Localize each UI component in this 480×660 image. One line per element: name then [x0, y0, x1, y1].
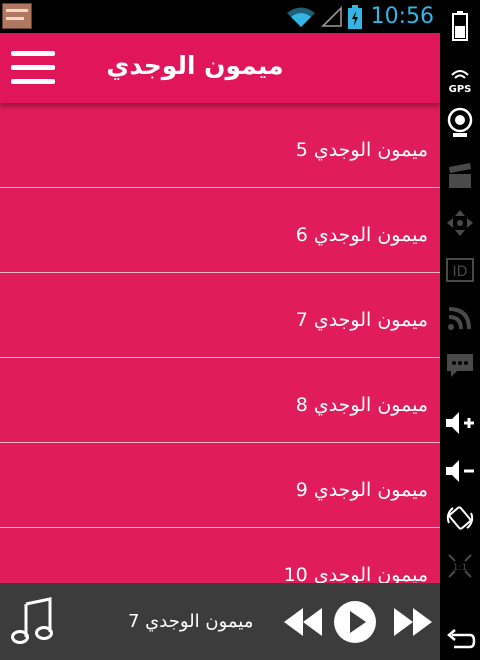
battery-icon: [452, 11, 468, 41]
webcam-button[interactable]: [440, 103, 480, 143]
track-label: ميمون الوجدي 5: [295, 139, 428, 161]
status-bar: 10:56: [0, 0, 440, 33]
wifi-icon: [286, 7, 315, 27]
fast-forward-button[interactable]: [390, 601, 434, 643]
menu-button[interactable]: [11, 51, 55, 85]
fullscreen-ratio-icon: 1:1: [448, 554, 472, 578]
hamburger-menu-icon-line: [11, 79, 55, 84]
app-screen: ميمون الوجدي ميمون الوجدي 5 ميمون الوجدي…: [0, 33, 440, 583]
track-list-item[interactable]: ميمون الوجدي 10: [0, 528, 440, 583]
music-player-bar: ميمون الوجدي 7: [0, 583, 440, 660]
id-button[interactable]: ID: [440, 250, 480, 290]
signal-icon: [320, 5, 342, 27]
gps-button[interactable]: GPS: [440, 60, 480, 100]
camera-button[interactable]: [440, 156, 480, 196]
track-label: ميمون الوجدي 8: [295, 394, 428, 416]
id-label: ID: [453, 264, 468, 280]
chat-icon: [447, 354, 473, 377]
clock: 10:56: [370, 4, 434, 29]
status-icons: 10:56: [286, 0, 434, 33]
track-label: ميمون الوجدي 7: [295, 309, 428, 331]
app-notification-icon: [2, 3, 32, 29]
rewind-button[interactable]: [282, 601, 326, 643]
volume-down-button[interactable]: [440, 451, 480, 491]
gps-label: GPS: [449, 84, 472, 95]
rotate-button[interactable]: [440, 498, 480, 538]
id-icon: ID: [446, 258, 474, 282]
track-label: ميمون الوجدي 6: [295, 224, 428, 246]
music-note-icon: [11, 597, 53, 644]
move-button[interactable]: [440, 203, 480, 243]
now-playing-title: ميمون الوجدي 7: [128, 611, 254, 632]
track-list-item[interactable]: ميمون الوجدي 5: [0, 103, 440, 188]
webcam-icon: [447, 107, 473, 137]
battery-widget[interactable]: [440, 6, 480, 46]
play-button[interactable]: [333, 600, 377, 644]
track-list-item[interactable]: ميمون الوجدي 8: [0, 358, 440, 443]
move-arrows-icon: [447, 210, 473, 236]
volume-up-button[interactable]: [440, 403, 480, 443]
track-list-item[interactable]: ميمون الوجدي 7: [0, 273, 440, 358]
system-toolbar: GPS ID 1:1: [440, 0, 480, 660]
chat-button[interactable]: [440, 345, 480, 385]
track-label: ميمون الوجدي 9: [295, 479, 428, 501]
hamburger-menu-icon: [11, 51, 55, 56]
back-button[interactable]: [440, 619, 480, 659]
volume-up-icon: [446, 412, 474, 434]
ratio-label: 1:1: [453, 563, 467, 573]
back-arrow-icon: [447, 629, 476, 649]
volume-down-icon: [446, 460, 474, 482]
aspect-ratio-button[interactable]: 1:1: [440, 546, 480, 586]
track-list: ميمون الوجدي 5 ميمون الوجدي 6 ميمون الوج…: [0, 103, 440, 583]
track-list-item[interactable]: ميمون الوجدي 6: [0, 188, 440, 273]
rss-button[interactable]: [440, 298, 480, 338]
app-bar: ميمون الوجدي: [0, 33, 440, 103]
screen-rotation-icon: [446, 506, 474, 530]
battery-charging-icon: [347, 4, 362, 29]
track-list-item[interactable]: ميمون الوجدي 9: [0, 443, 440, 528]
rss-icon: [448, 307, 471, 330]
gps-icon: GPS: [449, 70, 472, 95]
page-title: ميمون الوجدي: [106, 51, 284, 80]
hamburger-menu-icon-line: [11, 65, 55, 70]
track-label: ميمون الوجدي 10: [283, 564, 428, 583]
clapperboard-icon: [449, 163, 471, 188]
